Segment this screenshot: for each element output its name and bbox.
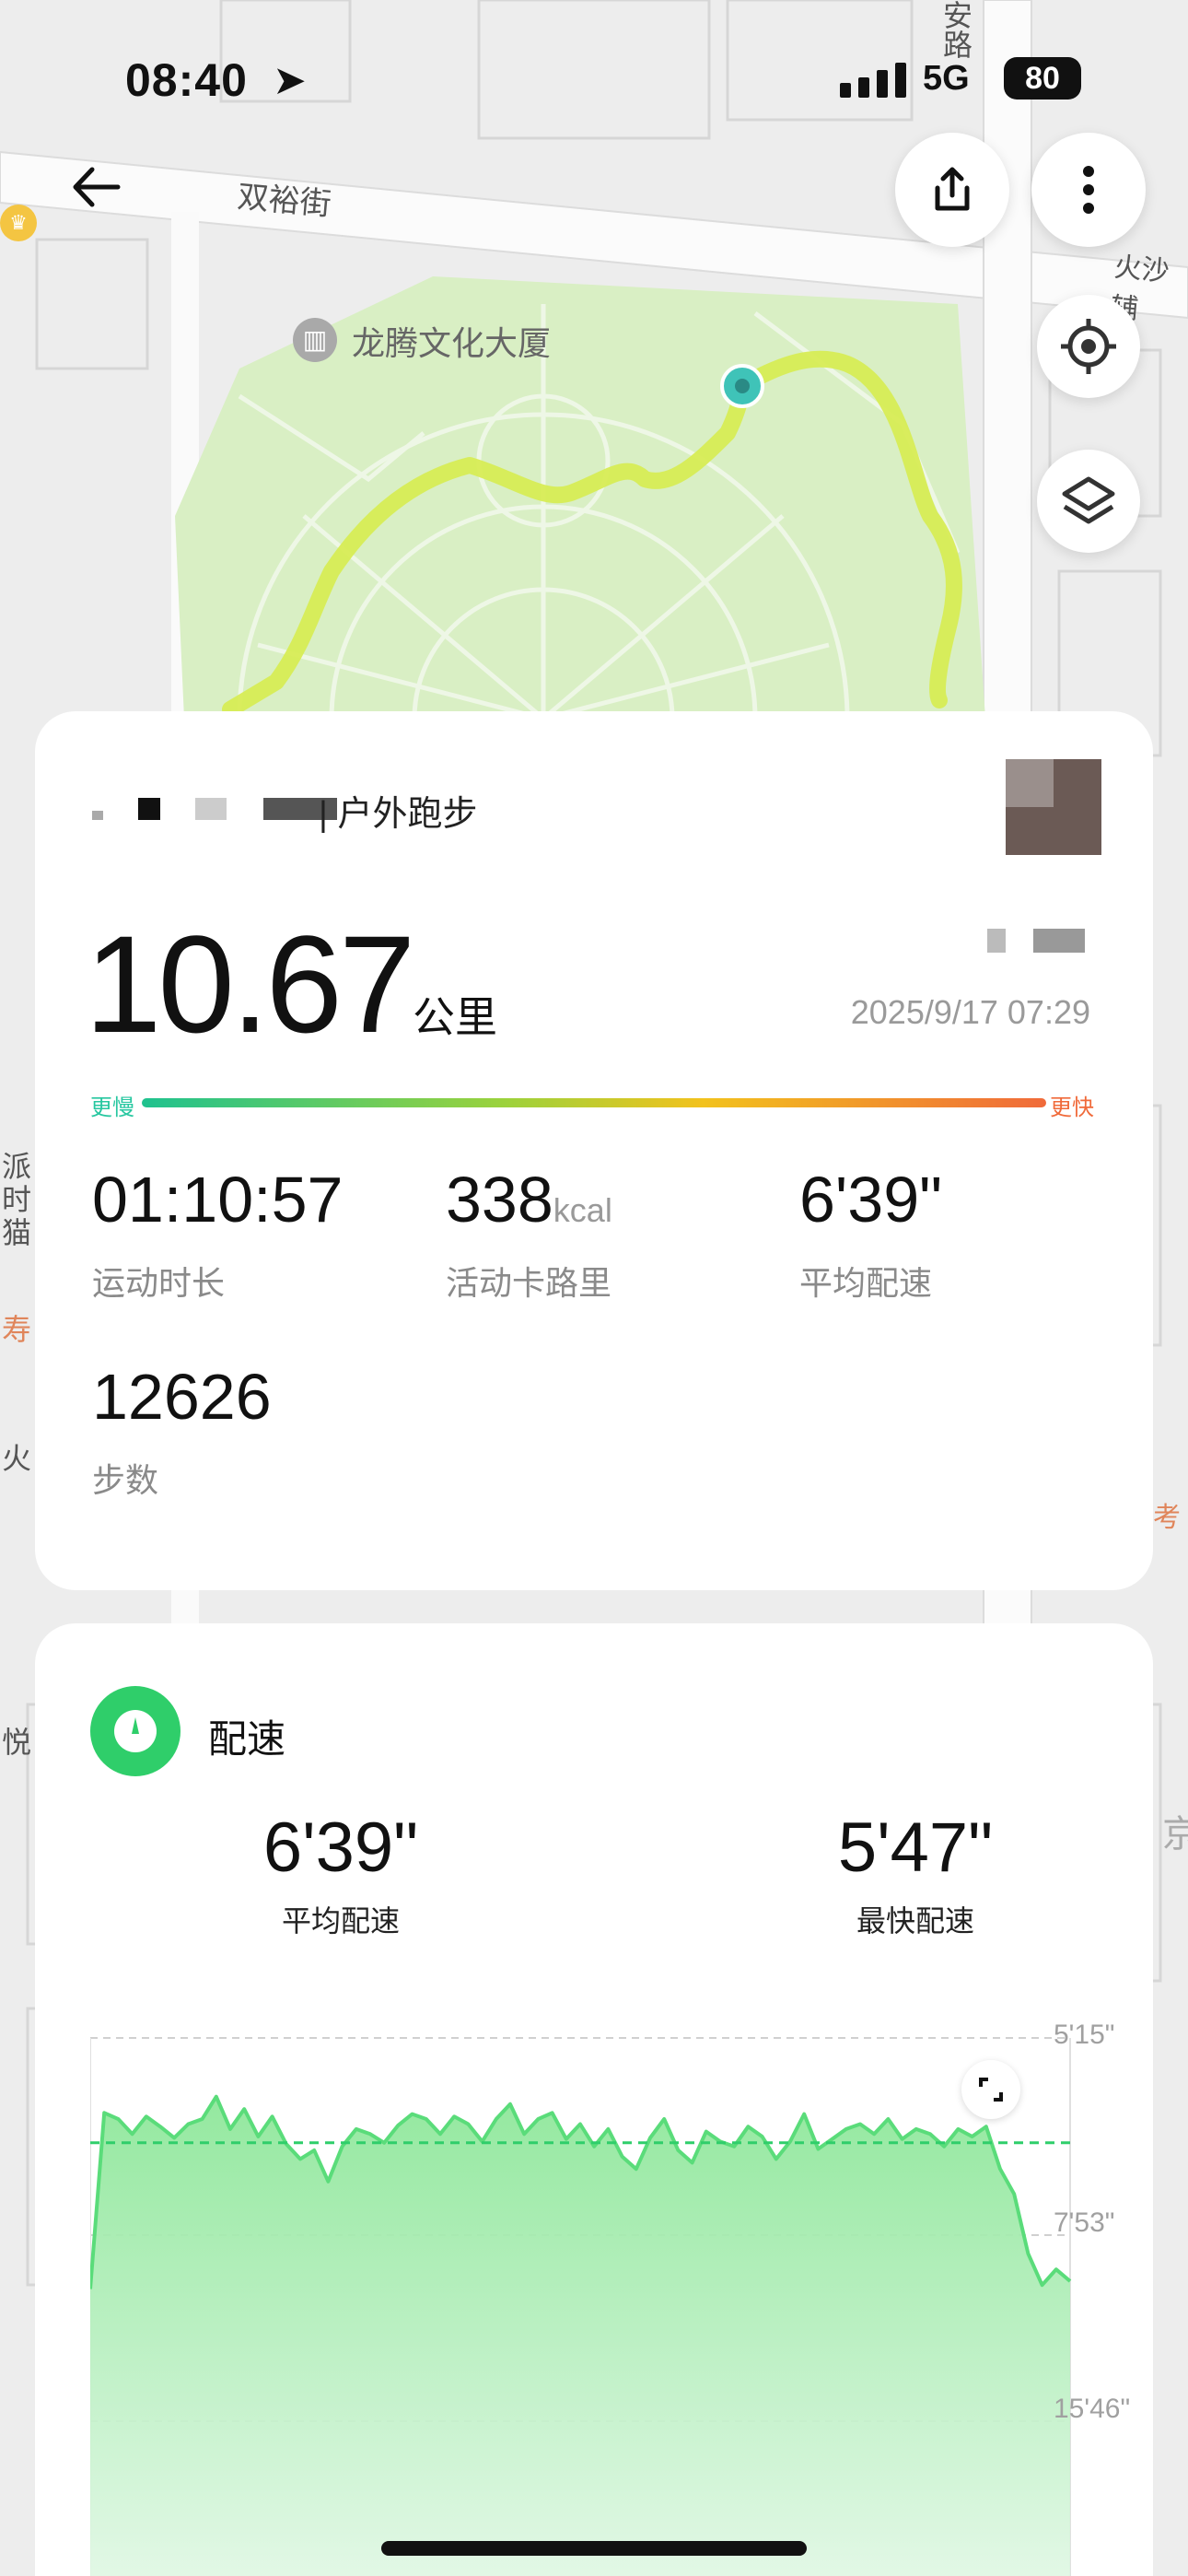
best-pace-caption: 最快配速 [856,1904,974,1938]
steps-label: 步数 [92,1461,159,1499]
expand-chart-button[interactable] [961,2060,1020,2119]
redacted-user-name [92,794,341,822]
expand-icon [979,2078,1003,2102]
summary-card: | 户外跑步 10.67 公里 2025/9/17 07:29 更慢 更快 01… [35,711,1153,1590]
map-label-side-7: 悦 [2,1726,32,1759]
avg-pace-caption: 平均配速 [281,1904,400,1938]
duration-label: 运动时长 [92,1264,226,1302]
map-label-side: 派时猫 [2,1150,32,1249]
y-tick-2: 7'53" [1054,2207,1115,2238]
pace-chart[interactable] [90,2036,1079,2576]
pace-title: 配速 [208,1717,286,1761]
scale-slow-label: 更慢 [90,1095,134,1120]
crown-icon: ♛ [0,205,37,241]
avg-pace-big: 6'39" [262,1809,419,1887]
crosshair-icon [1061,319,1116,374]
map-label-side-4: 寿 [2,1313,32,1346]
more-options-button[interactable] [1031,133,1146,247]
pace-area [90,2096,1070,2576]
layers-icon [1062,476,1115,524]
map-label-side-6: 考 [1153,1503,1181,1533]
locate-button[interactable] [1037,295,1140,398]
share-button[interactable] [895,133,1009,247]
pace-icon [90,1686,181,1776]
battery-indicator: 80 [1004,57,1081,100]
pace-card: 配速 6'39" 平均配速 5'47" 最快配速 5'15" 7'53" 15'… [35,1623,1153,2576]
map-layers-button[interactable] [1037,450,1140,553]
steps-value: 12626 [92,1361,272,1433]
distance-value: 10.67 [85,907,415,1061]
scale-fast-label: 更快 [1050,1095,1094,1120]
avatar [1006,759,1101,855]
calories-label: 活动卡路里 [446,1264,612,1302]
redacted-device-name [987,929,1089,953]
map-label-building: 龙腾文化大厦 [352,324,552,362]
map-label-side-8: 京 [1162,1814,1188,1855]
pace-scale-bar [142,1098,1046,1107]
activity-datetime: 2025/9/17 07:29 [850,993,1090,1031]
share-icon [935,167,970,211]
signal-icon [840,63,906,98]
back-button[interactable] [64,155,129,219]
avg-pace-label: 平均配速 [799,1264,933,1302]
distance-unit: 公里 [413,993,497,1041]
arrow-left-icon [73,167,121,207]
building-icon: ▥ [293,318,337,362]
calories-value: 338kcal [446,1164,612,1235]
activity-type: | 户外跑步 [319,795,478,834]
duration-value: 01:10:57 [92,1164,344,1235]
best-pace-big: 5'47" [837,1809,994,1887]
more-vertical-icon [1083,166,1094,214]
avg-pace-value: 6'39" [799,1164,943,1235]
y-tick-1: 5'15" [1054,2020,1115,2050]
location-arrow-icon: ➤ [273,58,307,103]
network-type: 5G [923,59,970,98]
calories-unit: kcal [553,1191,612,1229]
home-indicator[interactable] [381,2541,807,2556]
y-tick-3: 15'46" [1054,2394,1131,2424]
map-label-road: 安路 [939,0,973,59]
status-time: 08:40 [125,54,248,106]
map-label-side-5: 火 [2,1442,32,1475]
map-label-street: 双裕街 [236,179,333,223]
